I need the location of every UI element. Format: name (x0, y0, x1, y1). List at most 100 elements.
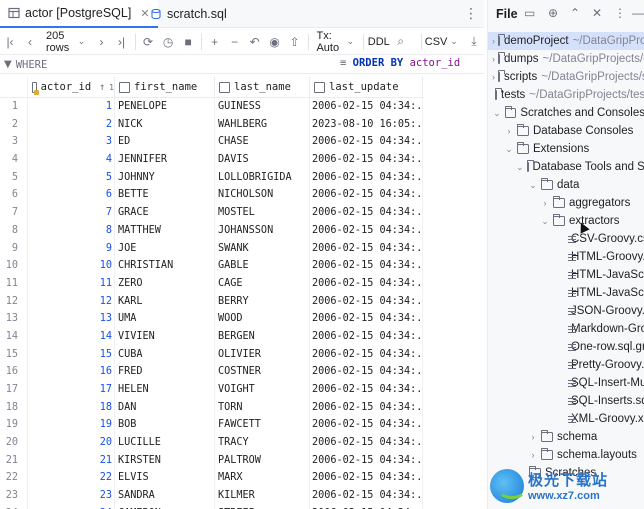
filter-bar[interactable]: ▼ WHERE ≡ ORDER BY actor_id (0, 56, 484, 74)
tree-item-schema[interactable]: › schema (488, 428, 644, 446)
last-update-cell[interactable]: 2006-02-15 04:34:.. (312, 136, 420, 147)
last-update-cell[interactable]: 2006-02-15 04:34:.. (312, 278, 420, 289)
tree-item-database-tools-and-sql[interactable]: ⌄ Database Tools and SQL (488, 158, 644, 176)
first-name-cell[interactable]: BOB (118, 419, 214, 430)
last-update-cell[interactable]: 2006-02-15 04:34:.. (312, 225, 420, 236)
tree-item-pretty-groovy-txt-groovy[interactable]: Pretty-Groovy.txt.groovy (488, 356, 644, 374)
tree-item-scratches-and-consoles[interactable]: ⌄ Scratches and Consoles (488, 104, 644, 122)
first-name-cell[interactable]: SANDRA (118, 490, 214, 501)
chevron-right-icon[interactable]: › (540, 198, 550, 208)
actor-id-cell[interactable]: 13 (28, 313, 112, 324)
first-name-cell[interactable]: KIRSTEN (118, 455, 214, 466)
last-update-cell[interactable]: 2006-02-15 04:34:.. (312, 349, 420, 360)
first-name-cell[interactable]: MATTHEW (118, 225, 214, 236)
last-update-cell[interactable]: 2006-02-15 04:34:.. (312, 243, 420, 254)
table-row[interactable]: 8 8 MATTHEW JOHANSSON 2006-02-15 04:34:.. (0, 222, 424, 240)
first-name-cell[interactable]: UMA (118, 313, 214, 324)
last-update-cell[interactable]: 2006-02-15 04:34:.. (312, 101, 420, 112)
chevron-right-icon[interactable]: › (492, 72, 495, 82)
sort-ascending-icon[interactable]: ↑ (99, 82, 105, 93)
first-name-cell[interactable]: ELVIS (118, 472, 214, 483)
table-row[interactable]: 9 9 JOE SWANK 2006-02-15 04:34:.. (0, 240, 424, 258)
view-icon[interactable]: ◉ (265, 31, 285, 53)
actor-id-cell[interactable]: 5 (28, 172, 112, 183)
actor-id-cell[interactable]: 1 (28, 101, 112, 112)
revert-icon[interactable]: ↶ (245, 31, 265, 53)
last-update-cell[interactable]: 2006-02-15 04:34:.. (312, 207, 420, 218)
table-row[interactable]: 20 20 LUCILLE TRACY 2006-02-15 04:34:.. (0, 434, 424, 452)
first-page-icon[interactable]: |‹ (0, 31, 20, 53)
table-row[interactable]: 3 3 ED CHASE 2006-02-15 04:34:.. (0, 133, 424, 151)
last-name-cell[interactable]: OLIVIER (218, 349, 310, 360)
last-name-cell[interactable]: FAWCETT (218, 419, 310, 430)
table-row[interactable]: 22 22 ELVIS MARX 2006-02-15 04:34:.. (0, 469, 424, 487)
first-name-cell[interactable]: PENELOPE (118, 101, 214, 112)
last-update-cell[interactable]: 2006-02-15 04:34:.. (312, 437, 420, 448)
tree-item-one-row-sql-groovy[interactable]: One-row.sql.groovy (488, 338, 644, 356)
table-row[interactable]: 4 4 JENNIFER DAVIS 2006-02-15 04:34:.. (0, 151, 424, 169)
last-name-cell[interactable]: NICHOLSON (218, 189, 310, 200)
tree-item-html-javascript-html-js[interactable]: HTML-JavaScript.html.js (488, 266, 644, 284)
tree-item-html-groovy-html-groovy[interactable]: HTML-Groovy.html.groovy (488, 248, 644, 266)
last-name-cell[interactable]: MOSTEL (218, 207, 310, 218)
last-update-cell[interactable]: 2006-02-15 04:34:.. (312, 189, 420, 200)
first-name-cell[interactable]: LUCILLE (118, 437, 214, 448)
actor-id-cell[interactable]: 23 (28, 490, 112, 501)
first-name-cell[interactable]: JENNIFER (118, 154, 214, 165)
last-update-cell[interactable]: 2006-02-15 04:34:.. (312, 296, 420, 307)
history-icon[interactable]: ◷ (158, 31, 178, 53)
tab-actor[interactable]: actor [PostgreSQL] ✕ (0, 0, 158, 28)
last-update-cell[interactable]: 2006-02-15 04:34:.. (312, 472, 420, 483)
chevron-down-icon[interactable]: ⌄ (444, 31, 464, 53)
add-row-icon[interactable]: + (205, 31, 225, 53)
table-row[interactable]: 12 12 KARL BERRY 2006-02-15 04:34:.. (0, 293, 424, 311)
last-name-cell[interactable]: BERRY (218, 296, 310, 307)
actor-id-cell[interactable]: 4 (28, 154, 112, 165)
collapse-all-icon[interactable]: ✕ (592, 6, 602, 20)
last-name-cell[interactable]: GABLE (218, 260, 310, 271)
minimize-icon[interactable]: — (632, 6, 644, 20)
actor-id-cell[interactable]: 9 (28, 243, 112, 254)
prev-page-icon[interactable]: ‹ (20, 31, 40, 53)
tree-item-html-javascript-js[interactable]: HTML-JavaScript.js (488, 284, 644, 302)
table-row[interactable]: 14 14 VIVIEN BERGEN 2006-02-15 04:34:.. (0, 328, 424, 346)
tree-item-xml-groovy-xml-groovy[interactable]: XML-Groovy.xml.groovy (488, 410, 644, 428)
actor-id-cell[interactable]: 8 (28, 225, 112, 236)
folder-icon[interactable]: ▭ (524, 6, 535, 20)
first-name-cell[interactable]: GRACE (118, 207, 214, 218)
first-name-cell[interactable]: HELEN (118, 384, 214, 395)
last-name-cell[interactable]: TORN (218, 402, 310, 413)
last-name-cell[interactable]: DAVIS (218, 154, 310, 165)
table-row[interactable]: 13 13 UMA WOOD 2006-02-15 04:34:.. (0, 310, 424, 328)
tree-item-tests[interactable]: tests ~/DataGripProjects/tests (488, 86, 644, 104)
last-name-cell[interactable]: TRACY (218, 437, 310, 448)
chevron-right-icon[interactable]: › (492, 54, 495, 64)
column-header-first-name[interactable]: first_name (115, 77, 215, 97)
last-name-cell[interactable]: CAGE (218, 278, 310, 289)
stop-icon[interactable]: ■ (178, 31, 198, 53)
tree-item-csv-groovy-csv-groovy[interactable]: CSV-Groovy.csv.groovy (488, 230, 644, 248)
actor-id-cell[interactable]: 7 (28, 207, 112, 218)
actor-id-cell[interactable]: 6 (28, 189, 112, 200)
first-name-cell[interactable]: DAN (118, 402, 214, 413)
last-name-cell[interactable]: WAHLBERG (218, 119, 310, 130)
table-row[interactable]: 23 23 SANDRA KILMER 2006-02-15 04:34:.. (0, 487, 424, 505)
actor-id-cell[interactable]: 21 (28, 455, 112, 466)
more-vertical-icon[interactable]: ⋮ (464, 5, 478, 22)
table-row[interactable]: 15 15 CUBA OLIVIER 2006-02-15 04:34:.. (0, 346, 424, 364)
first-name-cell[interactable]: ED (118, 136, 214, 147)
actor-id-cell[interactable]: 14 (28, 331, 112, 342)
table-row[interactable]: 6 6 BETTE NICHOLSON 2006-02-15 04:34:.. (0, 186, 424, 204)
last-page-icon[interactable]: ›| (112, 31, 132, 53)
chevron-right-icon[interactable]: › (504, 126, 514, 136)
where-input[interactable]: WHERE (16, 59, 48, 71)
first-name-cell[interactable]: KARL (118, 296, 214, 307)
table-row[interactable]: 1 1 PENELOPE GUINESS 2006-02-15 04:34:.. (0, 98, 424, 116)
actor-id-cell[interactable]: 16 (28, 366, 112, 377)
last-name-cell[interactable]: VOIGHT (218, 384, 310, 395)
table-row[interactable]: 16 16 FRED COSTNER 2006-02-15 04:34:.. (0, 363, 424, 381)
tx-mode-selector[interactable]: Tx: Auto (311, 30, 344, 54)
table-row[interactable]: 2 2 NICK WAHLBERG 2023-08-10 16:05:.. (0, 116, 424, 134)
first-name-cell[interactable]: FRED (118, 366, 214, 377)
last-name-cell[interactable]: CHASE (218, 136, 310, 147)
